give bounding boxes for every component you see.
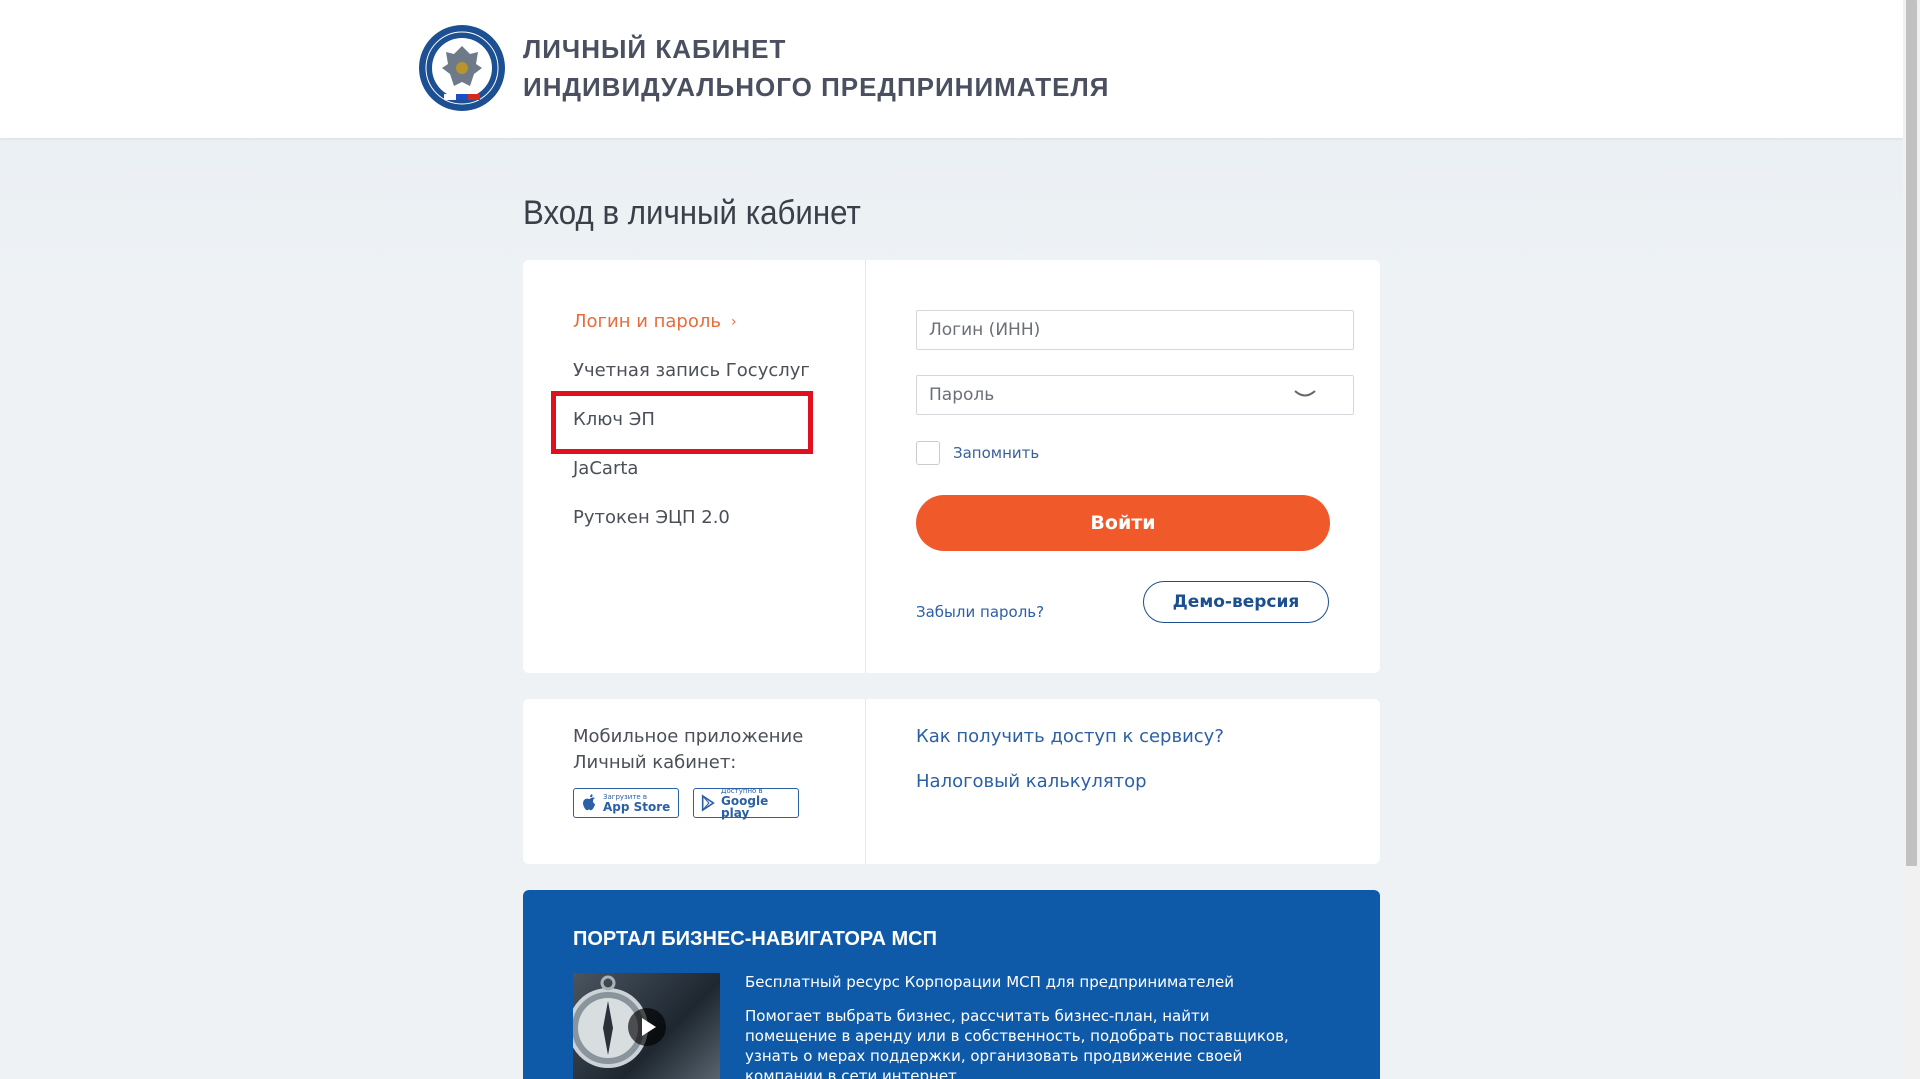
play-icon bbox=[642, 1018, 656, 1036]
page-scrollbar[interactable] bbox=[1903, 0, 1920, 1079]
app-store-button[interactable]: Загрузите в App Store bbox=[573, 788, 679, 818]
header-title-line2: ИНДИВИДУАЛЬНОГО ПРЕДПРИНИМАТЕЛЯ bbox=[523, 72, 1110, 102]
page: ЛИЧНЫЙ КАБИНЕТ ИНДИВИДУАЛЬНОГО ПРЕДПРИНИ… bbox=[0, 0, 1903, 1079]
method-label: Логин и пароль bbox=[573, 311, 721, 332]
login-input[interactable] bbox=[916, 310, 1354, 350]
chevron-right-icon: › bbox=[730, 314, 737, 330]
page-title: Вход в личный кабинет bbox=[523, 194, 861, 232]
login-card: Логин и пароль › Учетная запись Госуслуг … bbox=[523, 260, 1380, 673]
method-jacarta[interactable]: JaCarta bbox=[573, 458, 638, 479]
method-gosuslugi[interactable]: Учетная запись Госуслуг bbox=[573, 360, 810, 381]
mobile-app-line1: Мобильное приложение bbox=[573, 726, 804, 747]
banner-title: ПОРТАЛ БИЗНЕС-НАВИГАТОРА МСП bbox=[573, 928, 937, 950]
forgot-password-link[interactable]: Забыли пароль? bbox=[916, 603, 1044, 621]
google-play-big-text: Google play bbox=[721, 794, 769, 820]
banner-subtitle: Бесплатный ресурс Корпорации МСП для пре… bbox=[745, 973, 1235, 991]
google-play-icon bbox=[701, 794, 715, 812]
scrollbar-thumb[interactable] bbox=[1906, 0, 1917, 866]
info-card-divider bbox=[865, 699, 866, 864]
tax-calculator-link[interactable]: Налоговый калькулятор bbox=[916, 771, 1147, 792]
header-title-line1: ЛИЧНЫЙ КАБИНЕТ bbox=[523, 34, 787, 64]
access-link[interactable]: Как получить доступ к сервису? bbox=[916, 726, 1224, 747]
card-divider bbox=[865, 260, 866, 673]
site-header: ЛИЧНЫЙ КАБИНЕТ ИНДИВИДУАЛЬНОГО ПРЕДПРИНИ… bbox=[0, 0, 1903, 138]
mobile-app-text: Мобильное приложение Личный кабинет: bbox=[573, 724, 833, 776]
show-password-icon[interactable] bbox=[1293, 388, 1317, 400]
fns-emblem-logo[interactable] bbox=[418, 24, 506, 112]
remember-label[interactable]: Запомнить bbox=[953, 444, 1039, 462]
google-play-button[interactable]: Доступно в Google play bbox=[693, 787, 799, 820]
password-input[interactable] bbox=[916, 375, 1354, 415]
msp-navigator-banner: ПОРТАЛ БИЗНЕС-НАВИГАТОРА МСП Бесплатный … bbox=[523, 890, 1380, 1079]
info-card: Мобильное приложение Личный кабинет: Заг… bbox=[523, 699, 1380, 864]
app-store-big-text: App Store bbox=[603, 800, 671, 814]
method-rutoken[interactable]: Рутокен ЭЦП 2.0 bbox=[573, 507, 730, 528]
banner-description: Помогает выбрать бизнес, рассчитать бизн… bbox=[745, 1007, 1289, 1079]
highlight-box bbox=[551, 391, 813, 454]
header-title: ЛИЧНЫЙ КАБИНЕТ ИНДИВИДУАЛЬНОГО ПРЕДПРИНИ… bbox=[523, 30, 1109, 106]
play-button[interactable] bbox=[628, 1008, 666, 1046]
video-thumbnail[interactable] bbox=[573, 973, 720, 1079]
mobile-app-line2: Личный кабинет: bbox=[573, 752, 737, 773]
apple-icon bbox=[583, 794, 595, 811]
method-login-password[interactable]: Логин и пароль › bbox=[573, 311, 737, 332]
remember-checkbox[interactable] bbox=[916, 441, 940, 465]
login-button[interactable]: Войти bbox=[916, 495, 1330, 551]
demo-button[interactable]: Демо-версия bbox=[1143, 581, 1329, 623]
